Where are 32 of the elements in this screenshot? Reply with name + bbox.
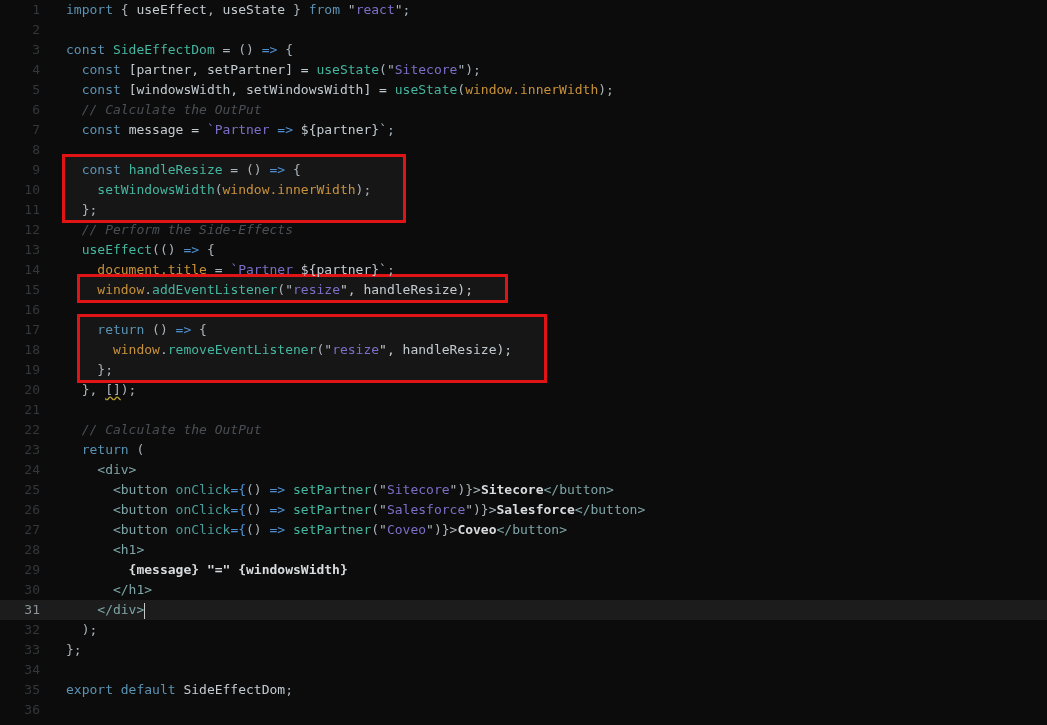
code-line: ); — [80, 621, 98, 640]
code-line: const [partner, setPartner] = useState("Sitecore"); — [80, 61, 481, 80]
text-cursor — [144, 602, 146, 619]
code-line: const handleResize = () => { — [80, 161, 301, 180]
code-line: }; — [66, 641, 82, 660]
code-line: const SideEffectDom = () => { — [66, 41, 293, 60]
code-line: document.title = `Partner ${partner}`; — [96, 261, 395, 280]
code-line: }, []); — [80, 381, 137, 400]
code-line: </h1> — [111, 581, 153, 600]
code-line: const message = `Partner => ${partner}`; — [80, 121, 395, 140]
code-line: // Calculate the OutPut — [80, 421, 262, 440]
line-number: 31 — [23, 601, 41, 620]
code-line: {message} "=" {windowsWidth} — [127, 561, 348, 580]
code-line: export default SideEffectDom; — [66, 681, 293, 700]
code-line: const [windowsWidth, setWindowsWidth] = useState(window.innerWidth); — [80, 81, 614, 100]
code-line: <button onClick={() => setPartner("Coveo")}>Coveo</button> — [111, 521, 567, 540]
code-line: window.addEventListener("resize", handleResize); — [96, 281, 474, 300]
code-line: }; — [80, 201, 98, 220]
code-line: window.removeEventListener("resize", handleResize); — [111, 341, 513, 360]
code-line: // Calculate the OutPut — [80, 101, 262, 120]
code-line: setWindowsWidth(window.innerWidth); — [96, 181, 372, 200]
code-line: // Perform the Side-Effects — [80, 221, 293, 240]
code-line: return () => { — [96, 321, 207, 340]
code-line: import { useEffect, useState } from "react"; — [66, 1, 411, 20]
code-line: return ( — [80, 441, 145, 460]
code-line: </div> — [96, 601, 146, 620]
code-line: useEffect(() => { — [80, 241, 215, 260]
code-line: }; — [96, 361, 113, 380]
code-line: <button onClick={() => setPartner("Sitecore")}>Sitecore</button> — [111, 481, 614, 500]
code-line: <div> — [96, 461, 137, 480]
code-line: <h1> — [111, 541, 145, 560]
code-line: <button onClick={() => setPartner("Salesforce")}>Salesforce</button> — [111, 501, 646, 520]
